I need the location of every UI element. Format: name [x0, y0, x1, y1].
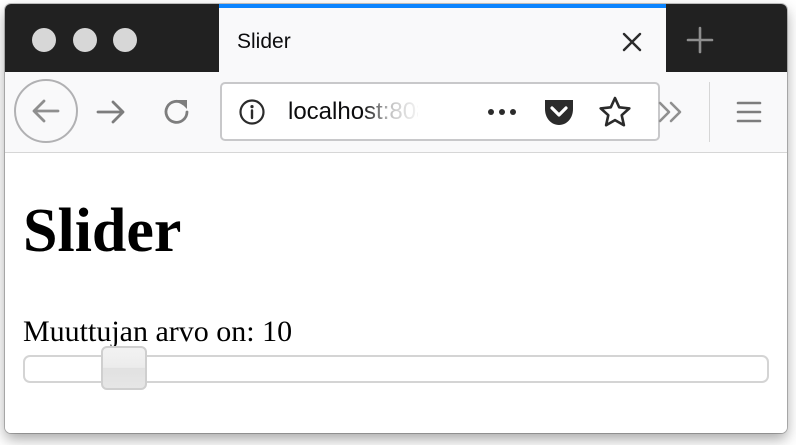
pocket-icon[interactable]	[542, 96, 576, 128]
tab-slider[interactable]: Slider	[219, 4, 666, 72]
toolbar-separator	[709, 82, 710, 142]
url-fade-overlay	[362, 90, 424, 134]
nav-toolbar: localhost:8080	[5, 72, 787, 153]
plus-icon[interactable]	[684, 24, 716, 56]
more-icon[interactable]	[484, 98, 520, 126]
slider-value-label: Muuttujan arvo on: 10	[23, 315, 293, 348]
info-icon[interactable]	[238, 98, 266, 126]
tab-strip: Slider	[5, 4, 787, 72]
window-close-dot[interactable]	[32, 28, 56, 52]
close-icon[interactable]	[619, 29, 645, 55]
browser-window: Slider localho s	[5, 4, 787, 433]
hamburger-icon[interactable]	[733, 96, 765, 128]
star-icon[interactable]	[598, 95, 632, 129]
page-title: Slider	[23, 197, 182, 265]
page-content: Slider Muuttujan arvo on: 10	[5, 153, 787, 433]
tab-title: Slider	[237, 30, 291, 53]
back-button[interactable]	[14, 79, 78, 143]
reload-icon[interactable]	[159, 94, 195, 130]
double-chevron-icon[interactable]	[655, 96, 687, 128]
arrow-right-icon[interactable]	[94, 94, 130, 130]
arrow-left-icon	[32, 99, 60, 123]
slider-thumb[interactable]	[101, 346, 147, 390]
window-minimize-dot[interactable]	[73, 28, 97, 52]
window-zoom-dot[interactable]	[113, 28, 137, 52]
url-bar[interactable]: localhost:8080	[220, 82, 660, 141]
